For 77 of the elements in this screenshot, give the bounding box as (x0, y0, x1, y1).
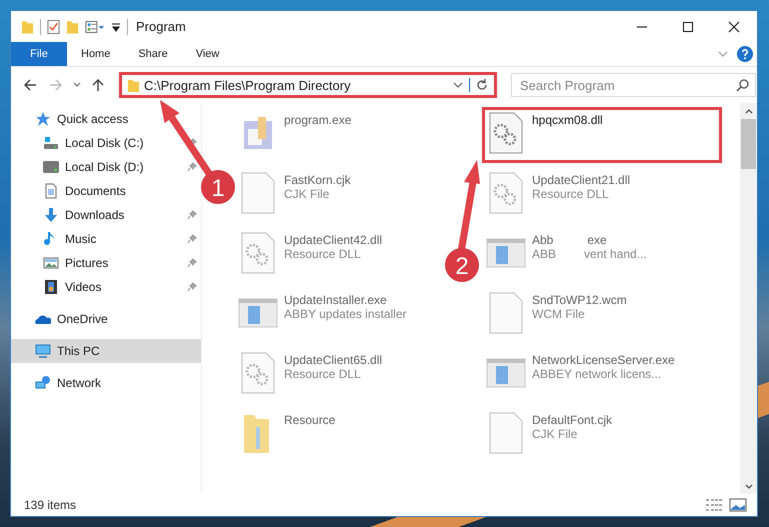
nav-item[interactable]: Music (11, 227, 201, 251)
film-icon (43, 279, 59, 295)
file-type: Resource DLL (532, 187, 610, 201)
monitor-icon (35, 343, 51, 359)
ribbon-tab[interactable]: Share (124, 42, 182, 66)
scrollbar-thumb[interactable] (741, 119, 756, 169)
file-name: program.exe (284, 113, 352, 127)
nav-item[interactable]: Pictures (11, 251, 201, 275)
file-type: WCM File (532, 307, 586, 321)
dropdown-icon[interactable] (111, 22, 121, 32)
item-count: 139 items (24, 498, 76, 512)
file-item[interactable]: FastKorn.cjk CJK File (238, 167, 351, 227)
file-name: NetworkLicenseServer.exe (532, 353, 675, 367)
file-item[interactable]: Abb exe ABB vent hand... (486, 227, 647, 287)
properties-icon[interactable] (85, 18, 105, 34)
file-name: UpdateClient21.dll (532, 173, 630, 187)
picture-icon (43, 255, 59, 271)
star-icon (35, 111, 51, 127)
pin-icon[interactable] (187, 162, 197, 172)
file-type: CJK File (532, 427, 578, 441)
file-item[interactable]: program.exe (238, 107, 352, 167)
file-type: Resource DLL (284, 247, 362, 261)
ribbon-tab[interactable]: View (182, 42, 234, 66)
search-field[interactable]: Search Program (511, 73, 756, 97)
file-item[interactable]: UpdateClient42.dll Resource DLL (238, 227, 382, 287)
file-type: CJK File (284, 187, 330, 201)
file-item[interactable]: DefaultFont.cjk CJK File (486, 407, 612, 467)
address-path: C:\Program Files\Program Directory (144, 78, 352, 92)
drive-icon (43, 135, 59, 151)
nav-item[interactable]: This PC (11, 339, 201, 363)
file-name: hpqcxm08.dll (532, 113, 603, 127)
file-name: DefaultFont.cjk (532, 413, 612, 427)
folder-icon (127, 78, 140, 92)
file-type: ABB vent hand... (532, 247, 647, 261)
file-item[interactable]: hpqcxm08.dll (482, 107, 722, 163)
pin-icon[interactable] (187, 258, 197, 268)
pin-icon[interactable] (187, 234, 197, 244)
nav-item[interactable]: OneDrive (11, 307, 201, 331)
network-icon (35, 375, 51, 391)
file-type: Resource DLL (284, 367, 362, 381)
drive-icon (43, 159, 59, 175)
file-item[interactable]: UpdateClient65.dll Resource DLL (238, 347, 382, 407)
file-name: UpdateClient65.dll (284, 353, 382, 367)
nav-item[interactable]: Documents (11, 179, 201, 203)
file-name: SndToWP12.wcm (532, 293, 627, 307)
nav-item[interactable]: Local Disk (C:) (11, 131, 201, 155)
ribbon-tab[interactable]: Home (67, 42, 124, 66)
file-name: Resource (284, 413, 336, 427)
details-view-icon[interactable] (705, 498, 723, 512)
file-name: FastKorn.cjk (284, 173, 351, 187)
checklist-icon[interactable] (47, 18, 60, 34)
help-icon[interactable] (737, 46, 753, 62)
download-icon (43, 207, 59, 223)
file-name: UpdateClient42.dll (284, 233, 382, 247)
file-item[interactable]: UpdateInstaller.exe ABBY updates installer (238, 287, 407, 347)
file-name: Abb exe (532, 233, 608, 247)
pin-icon[interactable] (187, 210, 197, 220)
file-item[interactable]: NetworkLicenseServer.exe ABBEY network licens... (486, 347, 675, 407)
search-icon (736, 78, 750, 92)
file-name: UpdateInstaller.exe (284, 293, 388, 307)
window-title: Program (136, 19, 186, 34)
file-item[interactable]: SndToWP12.wcm WCM File (486, 287, 627, 347)
document-icon (43, 183, 59, 199)
file-type: ABBY updates installer (284, 307, 407, 321)
address-bar[interactable]: C:\Program Files\Program Directory (119, 72, 497, 98)
nav-item[interactable]: Network (11, 371, 201, 395)
file-item[interactable]: Resource (238, 407, 336, 467)
file-item[interactable]: UpdateClient21.dll Resource DLL (486, 167, 630, 227)
pin-icon[interactable] (187, 282, 197, 292)
tiles-view-icon[interactable] (729, 498, 747, 512)
nav-item[interactable]: Local Disk (D:) (11, 155, 201, 179)
nav-item[interactable]: Downloads (11, 203, 201, 227)
nav-item[interactable]: Quick access (11, 107, 201, 131)
dropdown-icon[interactable] (453, 80, 463, 90)
nav-item[interactable]: Videos (11, 275, 201, 299)
file-type: ABBEY network licens... (532, 367, 662, 381)
recent-dropdown-icon[interactable] (73, 81, 81, 89)
